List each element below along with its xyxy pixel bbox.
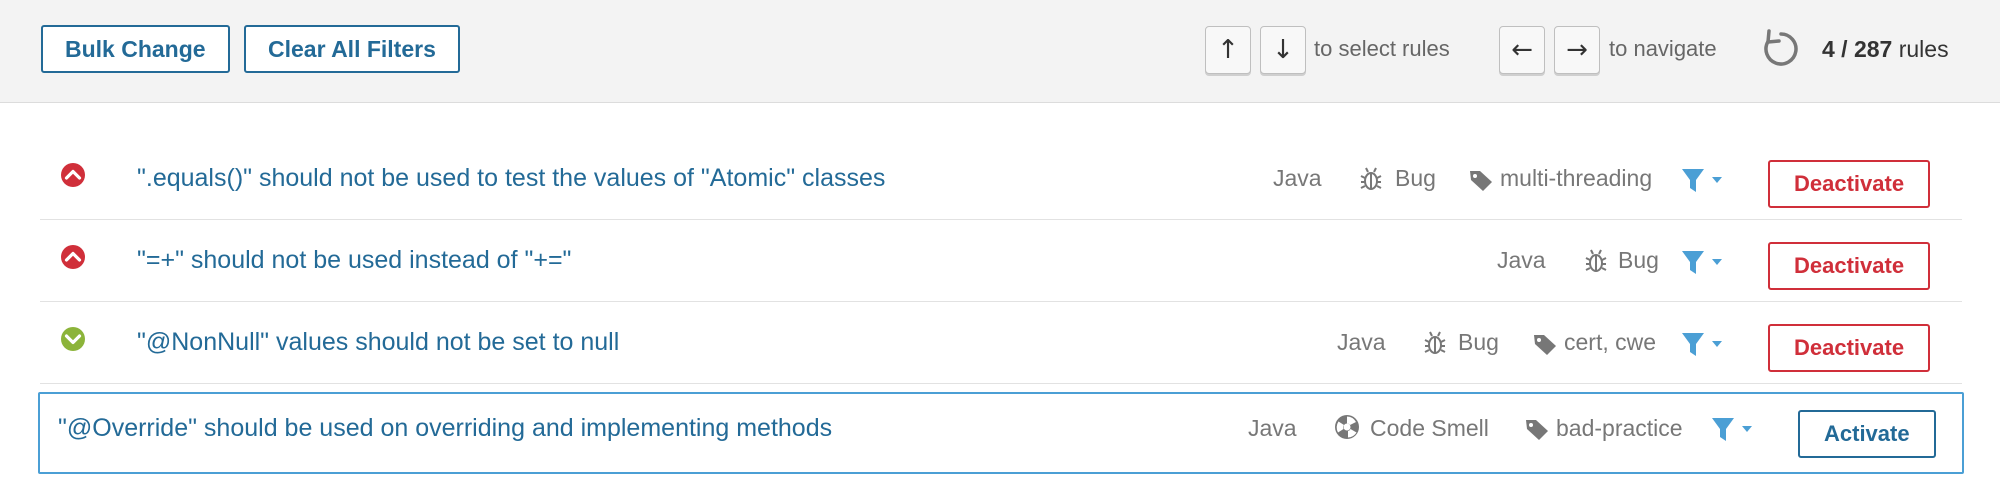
rule-title-link[interactable]: "=+" should not be used instead of "+=" [137, 246, 571, 275]
rule-title-link[interactable]: "@NonNull" values should not be set to n… [137, 328, 619, 357]
rule-tags: multi-threading [1500, 165, 1653, 191]
key-up-hint: ↑ [1205, 26, 1251, 74]
rule-row-selected[interactable]: "@Override" should be used on overriding… [38, 392, 1964, 474]
bug-icon [1424, 331, 1446, 354]
tag-icon [1526, 420, 1548, 440]
clear-all-filters-button[interactable]: Clear All Filters [244, 25, 460, 73]
deactivate-button[interactable]: Deactivate [1768, 160, 1931, 208]
rule-type: Bug [1458, 329, 1499, 355]
rules-count: 4 / 287 rules [1822, 36, 1949, 62]
rule-row[interactable]: "=+" should not be used instead of "+=" … [40, 220, 1962, 302]
rule-language: Java [1497, 247, 1546, 273]
filter-dropdown-icon[interactable] [1680, 249, 1730, 277]
rule-language: Java [1248, 415, 1297, 441]
rules-toolbar: Bulk Change Clear All Filters ↑ ↓ to sel… [0, 0, 2000, 103]
filter-dropdown-icon[interactable] [1710, 416, 1760, 444]
activate-button[interactable]: Activate [1798, 410, 1936, 458]
navigate-hint: to navigate [1609, 36, 1717, 61]
tag-icon [1470, 171, 1492, 191]
key-left-hint: ← [1499, 26, 1545, 74]
severity-critical-icon [61, 245, 85, 269]
rule-title-link[interactable]: ".equals()" should not be used to test t… [137, 164, 885, 193]
bug-icon [1585, 249, 1607, 272]
rule-row[interactable]: ".equals()" should not be used to test t… [40, 138, 1962, 220]
severity-minor-icon [61, 327, 85, 351]
filter-dropdown-icon[interactable] [1680, 331, 1730, 359]
rule-language: Java [1337, 329, 1386, 355]
deactivate-button[interactable]: Deactivate [1768, 242, 1931, 290]
deactivate-button[interactable]: Deactivate [1768, 324, 1931, 372]
rule-row[interactable]: "@NonNull" values should not be set to n… [40, 302, 1962, 384]
rule-title-link[interactable]: "@Override" should be used on overriding… [58, 414, 832, 443]
severity-critical-icon [61, 163, 85, 187]
select-rules-hint: to select rules [1314, 36, 1450, 61]
reload-icon[interactable] [1760, 28, 1802, 70]
filter-dropdown-icon[interactable] [1680, 167, 1730, 195]
rule-type: Bug [1395, 165, 1436, 191]
rule-tags: cert, cwe [1564, 329, 1657, 355]
bug-icon [1360, 167, 1382, 190]
tag-icon [1534, 335, 1556, 355]
code-smell-icon [1335, 415, 1359, 439]
key-right-hint: → [1554, 26, 1600, 74]
key-down-hint: ↓ [1260, 26, 1306, 74]
bulk-change-button[interactable]: Bulk Change [41, 25, 230, 73]
rule-tags: bad-practice [1556, 415, 1683, 441]
rule-type: Code Smell [1370, 415, 1489, 441]
rule-type: Bug [1618, 247, 1659, 273]
rule-language: Java [1273, 165, 1322, 191]
